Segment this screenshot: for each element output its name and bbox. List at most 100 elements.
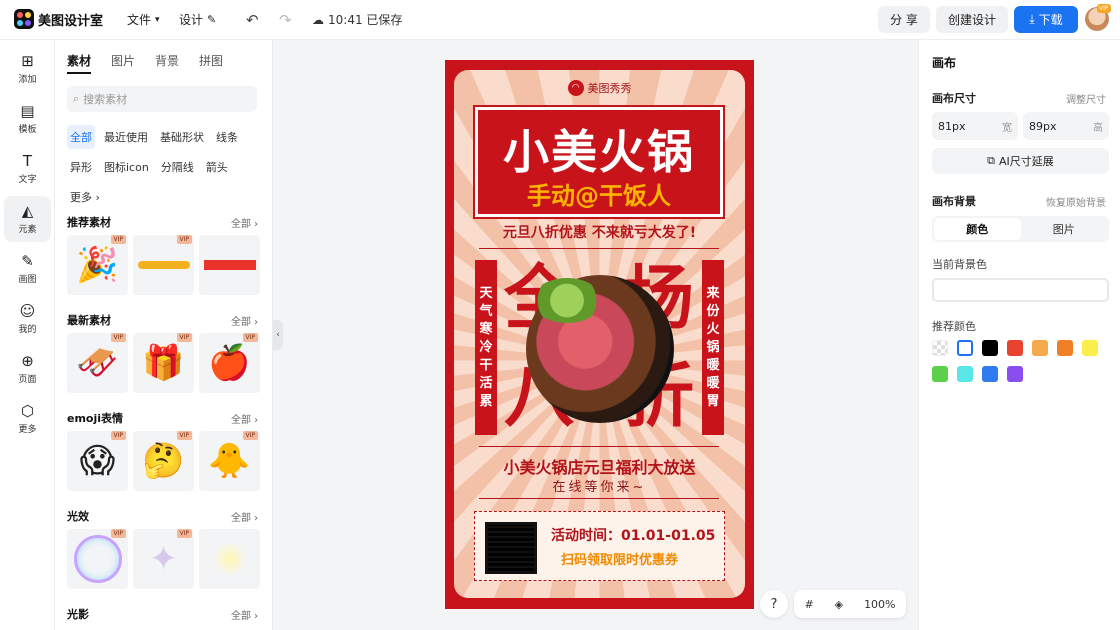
asset-tile-gift-snowglobe[interactable]: 🎁 VIP xyxy=(133,333,194,393)
asset-tile-chick-emoji[interactable]: 🐥 VIP xyxy=(199,431,260,491)
vip-badge: VIP xyxy=(242,333,258,342)
search-input[interactable]: ⌕ 搜索素材 xyxy=(67,86,257,112)
vertical-char: 冷 xyxy=(479,339,493,355)
save-status-text: 10:41 已保存 xyxy=(328,13,403,27)
rail-item-elements[interactable]: ◭ 元素 xyxy=(4,196,51,242)
tab-collage[interactable]: 拼图 xyxy=(199,52,223,74)
swatch-red[interactable] xyxy=(1007,340,1023,356)
redo-icon[interactable]: ↷ xyxy=(279,11,292,29)
swatch-cyan[interactable] xyxy=(957,366,973,382)
grid-icon[interactable]: # xyxy=(804,598,813,611)
section-all-latest[interactable]: 全部 › xyxy=(231,313,258,328)
search-placeholder: 搜索素材 xyxy=(83,93,128,106)
vertical-char: 来 xyxy=(706,285,720,301)
poster-wait: 在线等你来~ xyxy=(552,480,647,495)
asset-tile-thinking-emoji[interactable]: 🤔 VIP xyxy=(133,431,194,491)
vertical-char: 干 xyxy=(479,357,493,373)
height-value: 89px xyxy=(1029,119,1057,133)
ai-extend-button[interactable]: ⧉ AI尺寸延展 xyxy=(932,148,1109,174)
swatch-orange[interactable] xyxy=(1057,340,1073,356)
bg-type-color[interactable]: 颜色 xyxy=(934,218,1021,240)
canvas-size-label: 画布尺寸 xyxy=(932,92,976,105)
current-bg-color-field[interactable] xyxy=(932,278,1109,302)
question-icon: ? xyxy=(770,596,778,612)
ai-resize-icon: ⧉ xyxy=(987,154,996,167)
asset-tile-sparkle[interactable]: ✦ VIP xyxy=(133,529,194,589)
zoom-level[interactable]: 100% xyxy=(864,598,895,611)
section-all-light[interactable]: 全部 › xyxy=(231,509,258,524)
vertical-char: 活 xyxy=(479,375,493,391)
red-bar-shape xyxy=(203,260,256,270)
vip-badge: VIP xyxy=(176,529,192,538)
layers-icon[interactable]: ◈ xyxy=(835,598,843,611)
swatch-white[interactable] xyxy=(957,340,973,356)
rail-label: 文字 xyxy=(18,175,37,185)
asset-tile-scared-emoji[interactable]: 😱 VIP xyxy=(67,431,128,491)
rail-item-mine[interactable]: ☺ 我的 xyxy=(0,296,55,342)
create-design-button[interactable]: 创建设计 xyxy=(936,6,1008,33)
asset-tile-apple[interactable]: 🍎 VIP xyxy=(199,333,260,393)
asset-tile-red-bar[interactable] xyxy=(199,235,260,295)
file-menu[interactable]: 文件 ▾ xyxy=(127,11,160,28)
design-menu[interactable]: 设计 ✎ xyxy=(179,11,216,28)
user-icon: ☺ xyxy=(19,302,36,320)
chip-all[interactable]: 全部 xyxy=(67,125,95,149)
poster-event-time: 活动时间：01.01-01.05 xyxy=(551,528,716,544)
asset-tile-sleigh[interactable]: 🛷 VIP xyxy=(67,333,128,393)
download-button[interactable]: ⤓ 下载 xyxy=(1014,6,1078,33)
rail-item-template[interactable]: ▤ 模板 xyxy=(0,96,55,142)
chip-lines[interactable]: 线条 xyxy=(213,125,241,149)
undo-icon[interactable]: ↶ xyxy=(246,11,259,29)
adjust-size-link[interactable]: 调整尺寸 xyxy=(1066,91,1106,106)
chip-irregular[interactable]: 异形 xyxy=(67,155,95,179)
chip-shapes[interactable]: 基础形状 xyxy=(157,125,207,149)
section-all-recommended[interactable]: 全部 › xyxy=(231,215,258,230)
swatch-blue[interactable] xyxy=(982,366,998,382)
swatch-green[interactable] xyxy=(932,366,948,382)
vip-badge: VIP xyxy=(176,431,192,440)
restore-bg-link[interactable]: 恢复原始背景 xyxy=(1046,194,1106,209)
chip-recent[interactable]: 最近使用 xyxy=(101,125,151,149)
swatch-purple[interactable] xyxy=(1007,366,1023,382)
asset-tile-glow[interactable] xyxy=(199,529,260,589)
height-field[interactable]: 89px 高 xyxy=(1023,112,1109,140)
cube-icon: ⬡ xyxy=(20,402,35,420)
chip-dividers[interactable]: 分隔线 xyxy=(158,155,197,179)
width-unit: 宽 xyxy=(1002,122,1012,134)
tab-materials[interactable]: 素材 xyxy=(67,52,92,74)
poster-background: ◠ 美图秀秀 小美火锅 手动@干饭人 元旦八折优惠 不来就亏大发了! 全 场 八… xyxy=(454,70,745,598)
section-all-emoji[interactable]: 全部 › xyxy=(231,411,258,426)
asset-tile-brush-stroke[interactable]: VIP xyxy=(133,235,194,295)
grid-light: VIP ✦ VIP xyxy=(67,529,260,589)
rail-item-draw[interactable]: ✎ 画图 xyxy=(0,246,55,292)
tab-images[interactable]: 图片 xyxy=(111,52,135,74)
asset-tile-bubble[interactable]: VIP xyxy=(67,529,128,589)
rail-item-page[interactable]: ⊕ 页面 xyxy=(0,346,55,392)
bg-type-image[interactable]: 图片 xyxy=(1021,218,1108,240)
share-button[interactable]: 分 享 xyxy=(878,6,930,33)
swatch-transparent[interactable] xyxy=(932,340,948,356)
vip-badge: VIP xyxy=(110,333,126,342)
file-menu-label: 文件 xyxy=(127,13,152,27)
section-title-recommended: 推荐素材 xyxy=(67,216,111,229)
asset-tile-confetti[interactable]: 🎉 VIP xyxy=(67,235,128,295)
swatch-light-orange[interactable] xyxy=(1032,340,1048,356)
rail-item-text[interactable]: T 文字 xyxy=(0,146,55,192)
vip-badge: VIP xyxy=(110,235,126,244)
swatch-black[interactable] xyxy=(982,340,998,356)
swatch-yellow[interactable] xyxy=(1082,340,1098,356)
rail-item-add[interactable]: ⊞ 添加 xyxy=(0,46,55,92)
poster-canvas[interactable]: ◠ 美图秀秀 小美火锅 手动@干饭人 元旦八折优惠 不来就亏大发了! 全 场 八… xyxy=(445,60,754,609)
help-button[interactable]: ? xyxy=(760,590,788,618)
chip-more[interactable]: 更多 › xyxy=(67,185,103,209)
divider-line xyxy=(479,498,719,499)
tab-backgrounds[interactable]: 背景 xyxy=(155,52,179,74)
section-all-shadow[interactable]: 全部 › xyxy=(231,607,258,622)
chip-arrows[interactable]: 箭头 xyxy=(203,155,231,179)
app-logo[interactable]: 美图设计室 xyxy=(14,9,103,29)
width-field[interactable]: 81px 宽 xyxy=(932,112,1018,140)
rail-item-more[interactable]: ⬡ 更多 xyxy=(0,396,55,442)
chip-icons[interactable]: 图标icon xyxy=(101,155,152,179)
cloud-icon: ☁ xyxy=(312,12,324,27)
collapse-panel-handle[interactable]: ‹ xyxy=(273,320,283,350)
